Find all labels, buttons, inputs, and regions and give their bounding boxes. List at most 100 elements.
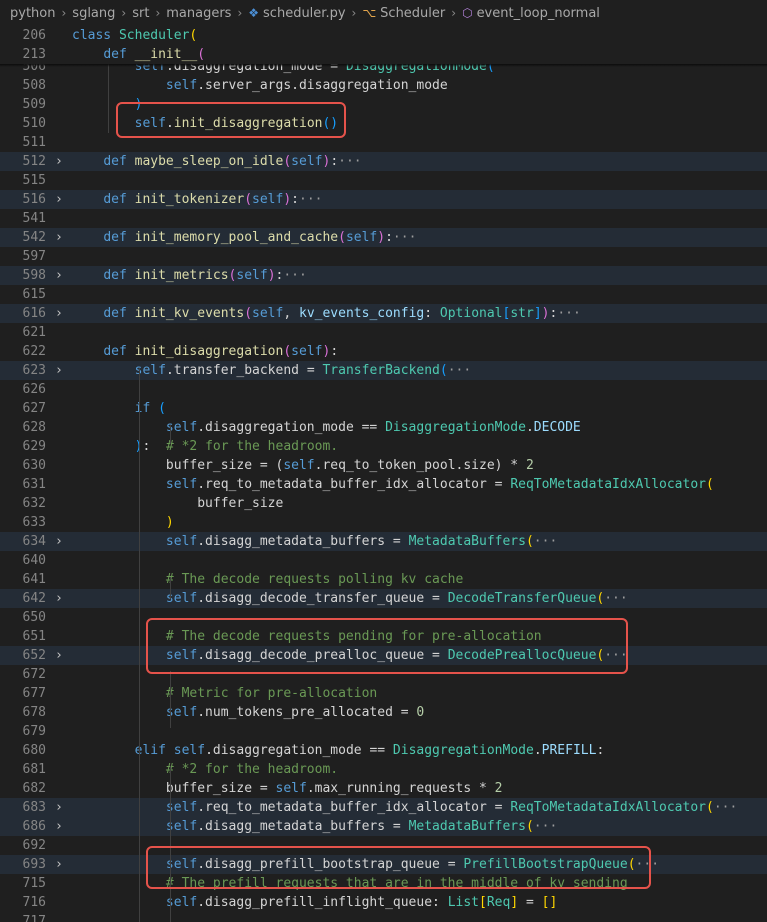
breadcrumb-file[interactable]: scheduler.py bbox=[263, 6, 346, 21]
code-text: class Scheduler( bbox=[72, 26, 197, 45]
code-token: [] bbox=[541, 895, 558, 910]
code-line[interactable]: 542 › def init_memory_pool_and_cache(self… bbox=[0, 228, 767, 247]
code-line[interactable]: 597 bbox=[0, 247, 767, 266]
code-line[interactable]: 641 # The decode requests polling kv cac… bbox=[0, 570, 767, 589]
breadcrumb-python[interactable]: python bbox=[10, 6, 55, 21]
fold-chevron-icon[interactable]: › bbox=[55, 152, 65, 171]
code-line[interactable]: 634 › self.disagg_metadata_buffers = Meta… bbox=[0, 532, 767, 551]
code-text: buffer_size = (self.req_to_token_pool.si… bbox=[72, 456, 534, 475]
code-token: Optional bbox=[439, 306, 503, 321]
code-line[interactable]: 681 # *2 for the headroom. bbox=[0, 760, 767, 779]
code-token: ( bbox=[244, 306, 253, 321]
code-editor[interactable]: 506 self.disaggregation_mode = Disaggreg… bbox=[0, 26, 767, 922]
code-line[interactable]: 678 self.num_tokens_pre_allocated = 0 bbox=[0, 703, 767, 722]
breadcrumb-srt[interactable]: srt bbox=[132, 6, 149, 21]
breadcrumb-class[interactable]: Scheduler bbox=[380, 6, 445, 21]
code-line[interactable]: 632 buffer_size bbox=[0, 494, 767, 513]
code-text: # *2 for the headroom. bbox=[72, 760, 338, 779]
code-line[interactable]: 516 › def init_tokenizer(self):··· bbox=[0, 190, 767, 209]
line-number: 686 bbox=[22, 819, 46, 834]
code-line[interactable]: 629 ): # *2 for the headroom. bbox=[0, 437, 767, 456]
line-number: 652 bbox=[22, 648, 46, 663]
code-line[interactable]: 511 bbox=[0, 133, 767, 152]
code-line[interactable]: 623 › self.transfer_backend = TransferBac… bbox=[0, 361, 767, 380]
line-number: 621 bbox=[22, 325, 46, 340]
code-token: ( bbox=[197, 47, 206, 62]
breadcrumb-managers[interactable]: managers bbox=[166, 6, 231, 21]
code-token: def bbox=[103, 192, 135, 207]
breadcrumb-method[interactable]: event_loop_normal bbox=[477, 6, 600, 21]
code-token: # *2 for the headroom. bbox=[165, 439, 339, 454]
line-number: 693 bbox=[22, 857, 46, 872]
code-token: self bbox=[345, 230, 378, 245]
code-line[interactable]: 508 self.server_args.disaggregation_mode bbox=[0, 76, 767, 95]
code-line[interactable]: 682 buffer_size = self.max_running_reque… bbox=[0, 779, 767, 798]
code-token: : bbox=[142, 439, 166, 454]
code-line[interactable]: 627 if ( bbox=[0, 399, 767, 418]
code-token: elif bbox=[134, 743, 174, 758]
code-token: PREFILL bbox=[541, 743, 597, 758]
code-line[interactable]: 680 elif self.disaggregation_mode == Dis… bbox=[0, 741, 767, 760]
code-line[interactable]: 631 self.req_to_metadata_buffer_idx_allo… bbox=[0, 475, 767, 494]
code-line[interactable]: 515 bbox=[0, 171, 767, 190]
code-line[interactable]: 642 › self.disagg_decode_transfer_queue =… bbox=[0, 589, 767, 608]
code-token: ··· bbox=[533, 534, 558, 549]
code-line[interactable]: 626 bbox=[0, 380, 767, 399]
fold-chevron-icon[interactable]: › bbox=[55, 646, 65, 665]
code-token: ( bbox=[439, 363, 448, 378]
code-line[interactable]: 633 ) bbox=[0, 513, 767, 532]
line-number: 717 bbox=[22, 914, 46, 922]
code-token: class bbox=[72, 28, 119, 43]
code-token: def bbox=[103, 344, 135, 359]
fold-chevron-icon[interactable]: › bbox=[55, 589, 65, 608]
fold-chevron-icon[interactable]: › bbox=[55, 798, 65, 817]
line-number: 680 bbox=[22, 743, 46, 758]
code-line[interactable]: 615 bbox=[0, 285, 767, 304]
fold-chevron-icon[interactable]: › bbox=[55, 266, 65, 285]
fold-chevron-icon[interactable]: › bbox=[55, 304, 65, 323]
line-number: 615 bbox=[22, 287, 46, 302]
code-line[interactable]: 622 def init_disaggregation(self): bbox=[0, 342, 767, 361]
highlight-box-init-disaggregation bbox=[116, 102, 346, 138]
code-line[interactable]: 512 › def maybe_sleep_on_idle(self):··· bbox=[0, 152, 767, 171]
fold-chevron-icon[interactable]: › bbox=[55, 190, 65, 209]
code-text: ) bbox=[72, 513, 174, 532]
code-token: self bbox=[291, 344, 323, 359]
code-token: ··· bbox=[447, 363, 472, 378]
fold-chevron-icon[interactable]: › bbox=[55, 855, 65, 874]
breadcrumb-sglang[interactable]: sglang bbox=[72, 6, 115, 21]
code-line[interactable]: 598 › def init_metrics(self):··· bbox=[0, 266, 767, 285]
code-text: self.disagg_metadata_buffers = MetadataB… bbox=[72, 817, 557, 836]
code-token: Req bbox=[486, 895, 511, 910]
code-token: kv_events_config bbox=[299, 306, 425, 321]
code-line[interactable]: 683 › self.req_to_metadata_buffer_idx_all… bbox=[0, 798, 767, 817]
code-token: ] bbox=[533, 306, 542, 321]
code-line[interactable]: 686 › self.disagg_metadata_buffers = Meta… bbox=[0, 817, 767, 836]
code-line[interactable]: 541 bbox=[0, 209, 767, 228]
fold-chevron-icon[interactable]: › bbox=[55, 228, 65, 247]
code-token: = bbox=[518, 895, 542, 910]
fold-chevron-icon[interactable]: › bbox=[55, 532, 65, 551]
code-line[interactable]: 630 buffer_size = (self.req_to_token_poo… bbox=[0, 456, 767, 475]
code-token: ··· bbox=[299, 192, 323, 207]
code-token: self bbox=[283, 458, 315, 473]
code-line[interactable]: 717 bbox=[0, 912, 767, 922]
code-token: .disagg_metadata_buffers = bbox=[197, 534, 409, 549]
code-line[interactable]: 716 self.disagg_prefill_inflight_queue: … bbox=[0, 893, 767, 912]
code-line[interactable]: 677 # Metric for pre-allocation bbox=[0, 684, 767, 703]
code-line[interactable]: 213 def __init__( bbox=[0, 45, 767, 64]
code-line[interactable]: 621 bbox=[0, 323, 767, 342]
code-line[interactable]: 640 bbox=[0, 551, 767, 570]
code-token: . bbox=[525, 420, 534, 435]
code-token: # Metric for pre-allocation bbox=[165, 686, 378, 701]
code-line[interactable]: 679 bbox=[0, 722, 767, 741]
code-line[interactable]: 628 self.disaggregation_mode == Disaggre… bbox=[0, 418, 767, 437]
code-line[interactable]: 206 class Scheduler( bbox=[0, 26, 767, 45]
fold-chevron-icon[interactable]: › bbox=[55, 361, 65, 380]
fold-chevron-icon[interactable]: › bbox=[55, 817, 65, 836]
code-line[interactable]: 616 › def init_kv_events(self, kv_events_… bbox=[0, 304, 767, 323]
